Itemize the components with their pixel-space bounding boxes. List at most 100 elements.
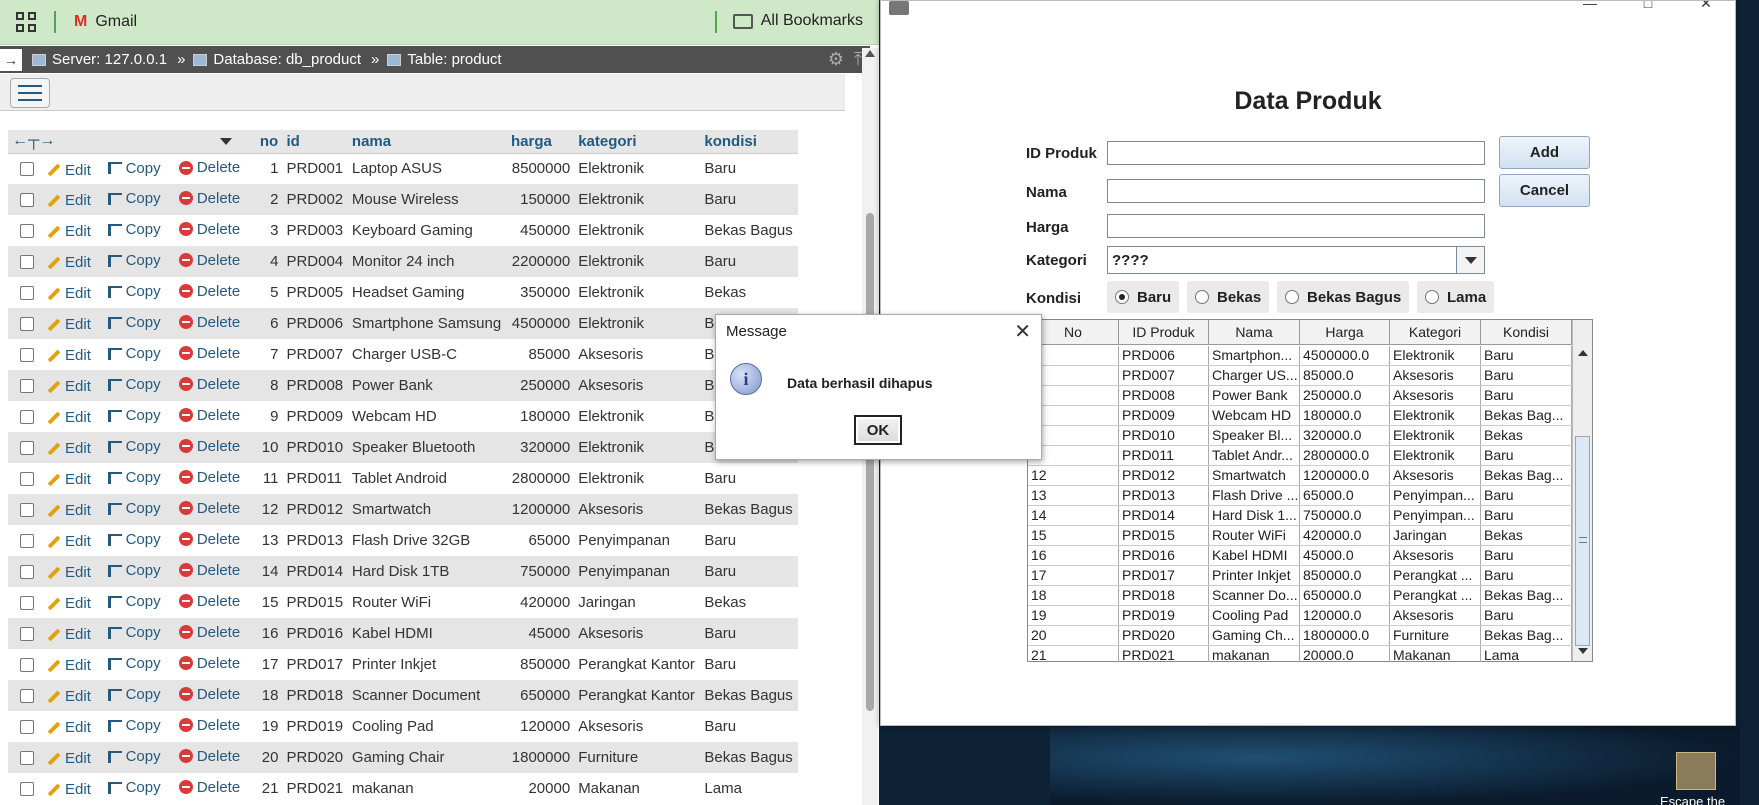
cell-nama[interactable]: Headset Gaming [347,277,508,308]
cell-nama[interactable]: Cooling Pad [347,711,508,742]
hamburger-menu-icon[interactable] [10,78,50,108]
delete-link[interactable]: Delete [178,531,240,548]
row-checkbox[interactable] [20,410,34,425]
cell-kategori[interactable]: Perangkat Kantor [574,680,701,711]
jtable-cell-nama[interactable]: Speaker Bl... [1209,426,1300,445]
jtable-cell-kondisi[interactable]: Baru [1481,486,1572,505]
cell-kondisi[interactable]: Baru [700,525,798,556]
jtable-cell-kondisi[interactable]: Bekas Bag... [1481,406,1572,425]
jtable-cell-no[interactable]: 21 [1028,646,1119,662]
cell-harga[interactable]: 650000 [507,680,575,711]
cell-harga[interactable]: 2800000 [507,463,575,494]
jtable-cell-no[interactable]: 15 [1028,526,1119,545]
cell-kondisi[interactable]: Baru [700,246,798,277]
delete-link[interactable]: Delete [178,376,240,393]
cell-kategori[interactable]: Elektronik [574,184,701,215]
cell-id[interactable]: PRD010 [282,432,348,463]
cell-id[interactable]: PRD020 [282,742,348,773]
close-icon[interactable]: ✕ [1677,1,1735,11]
cell-id[interactable]: PRD013 [282,525,348,556]
jtable-row[interactable]: 15 PRD015 Router WiFi 420000.0 Jaringan Bekas [1028,526,1572,546]
cell-harga[interactable]: 2200000 [507,246,575,277]
cell-id[interactable]: PRD016 [282,618,348,649]
cell-kategori[interactable]: Furniture [574,742,701,773]
edit-link[interactable]: Edit [47,781,91,798]
jtable-row[interactable]: 17 PRD017 Printer Inkjet 850000.0 Perangkat … [1028,566,1572,586]
table-row[interactable]: Edit Copy Delete 18 PRD018 Scanner Document 65… [8,680,798,711]
row-checkbox[interactable] [20,441,34,456]
row-checkbox[interactable] [20,689,34,704]
cell-nama[interactable]: Tablet Android [347,463,508,494]
jtable-row[interactable]: 12 PRD012 Smartwatch 1200000.0 Aksesoris Beka… [1028,466,1572,486]
jtable-cell-no[interactable]: 12 [1028,466,1119,485]
cell-kategori[interactable]: Aksesoris [574,711,701,742]
row-checkbox[interactable] [20,596,34,611]
jtable-cell-harga[interactable]: 420000.0 [1300,526,1390,545]
delete-link[interactable]: Delete [178,159,240,176]
cell-no[interactable]: 8 [255,370,283,401]
delete-link[interactable]: Delete [178,717,240,734]
cell-harga[interactable]: 320000 [507,432,575,463]
game-shortcut-icon[interactable] [1676,752,1716,790]
cell-harga[interactable]: 750000 [507,556,575,587]
cell-id[interactable]: PRD021 [282,773,348,804]
table-row[interactable]: Edit Copy Delete 12 PRD012 Smartwatch 1200000 A… [8,494,798,525]
jtable-cell-kondisi[interactable]: Baru [1481,446,1572,465]
row-checkbox[interactable] [20,627,34,642]
scroll-up-arrow-icon[interactable] [865,50,875,57]
jtable-row[interactable]: PRD007 Charger US... 85000.0 Aksesoris Baru [1028,366,1572,386]
cell-nama[interactable]: Kabel HDMI [347,618,508,649]
table-row[interactable]: Edit Copy Delete 16 PRD016 Kabel HDMI 45000 Aks… [8,618,798,649]
collapse-top-icon[interactable]: ⤒ [854,49,862,70]
jtable-cell-harga[interactable]: 45000.0 [1300,546,1390,565]
cell-kondisi[interactable]: Bekas [700,277,798,308]
cell-kategori[interactable]: Elektronik [574,432,701,463]
copy-link[interactable]: Copy [107,469,161,486]
table-row[interactable]: Edit Copy Delete 8 PRD008 Power Bank 250000 Aks… [8,370,798,401]
jtable-row[interactable]: 14 PRD014 Hard Disk 1... 750000.0 Penyimpan.… [1028,506,1572,526]
jtable-cell-kategori[interactable]: Penyimpan... [1390,506,1481,525]
jtable-cell-kondisi[interactable]: Bekas [1481,526,1572,545]
edit-link[interactable]: Edit [47,533,91,550]
cell-no[interactable]: 13 [255,525,283,556]
cell-harga[interactable]: 1200000 [507,494,575,525]
cell-nama[interactable]: Monitor 24 inch [347,246,508,277]
cell-nama[interactable]: Hard Disk 1TB [347,556,508,587]
radio-bekas-bagus[interactable]: Bekas Bagus [1277,281,1410,313]
cell-harga[interactable]: 420000 [507,587,575,618]
cell-kategori[interactable]: Aksesoris [574,370,701,401]
jtable-cell-no[interactable]: 14 [1028,506,1119,525]
copy-link[interactable]: Copy [107,593,161,610]
jtable-cell-kondisi[interactable]: Baru [1481,606,1572,625]
delete-link[interactable]: Delete [178,562,240,579]
edit-link[interactable]: Edit [47,347,91,364]
jtable-cell-nama[interactable]: Hard Disk 1... [1209,506,1300,525]
scroll-down-arrow-icon[interactable] [1578,648,1588,654]
edit-link[interactable]: Edit [47,192,91,209]
jtable-cell-kondisi[interactable]: Baru [1481,346,1572,365]
cell-kondisi[interactable]: Baru [700,649,798,680]
jtable-cell-kategori[interactable]: Aksesoris [1390,366,1481,385]
jtable-cell-kondisi[interactable]: Baru [1481,386,1572,405]
row-checkbox[interactable] [20,503,34,518]
edit-link[interactable]: Edit [47,719,91,736]
jtable-row[interactable]: 18 PRD018 Scanner Do... 650000.0 Perangkat .… [1028,586,1572,606]
jtable-cell-nama[interactable]: Router WiFi [1209,526,1300,545]
cell-harga[interactable]: 850000 [507,649,575,680]
jtable-cell-nama[interactable]: Cooling Pad [1209,606,1300,625]
row-checkbox[interactable] [20,224,34,239]
jtable-cell-harga[interactable]: 85000.0 [1300,366,1390,385]
ok-button[interactable]: OK [854,415,902,445]
jtable-scrollbar-thumb[interactable] [1575,436,1590,646]
scrollbar-thumb[interactable] [866,213,874,711]
cell-id[interactable]: PRD005 [282,277,348,308]
jtable-cell-kondisi[interactable]: Bekas [1481,426,1572,445]
cell-kategori[interactable]: Elektronik [574,277,701,308]
jtable-cell-id-produk[interactable]: PRD018 [1119,586,1209,605]
copy-link[interactable]: Copy [107,686,161,703]
jtable-row[interactable]: 21 PRD021 makanan 20000.0 Makanan Lama [1028,646,1572,662]
jtable-cell-id-produk[interactable]: PRD016 [1119,546,1209,565]
table-row[interactable]: Edit Copy Delete 4 PRD004 Monitor 24 inch 2200… [8,246,798,277]
radio-lama[interactable]: Lama [1417,281,1495,313]
jtable-cell-id-produk[interactable]: PRD020 [1119,626,1209,645]
